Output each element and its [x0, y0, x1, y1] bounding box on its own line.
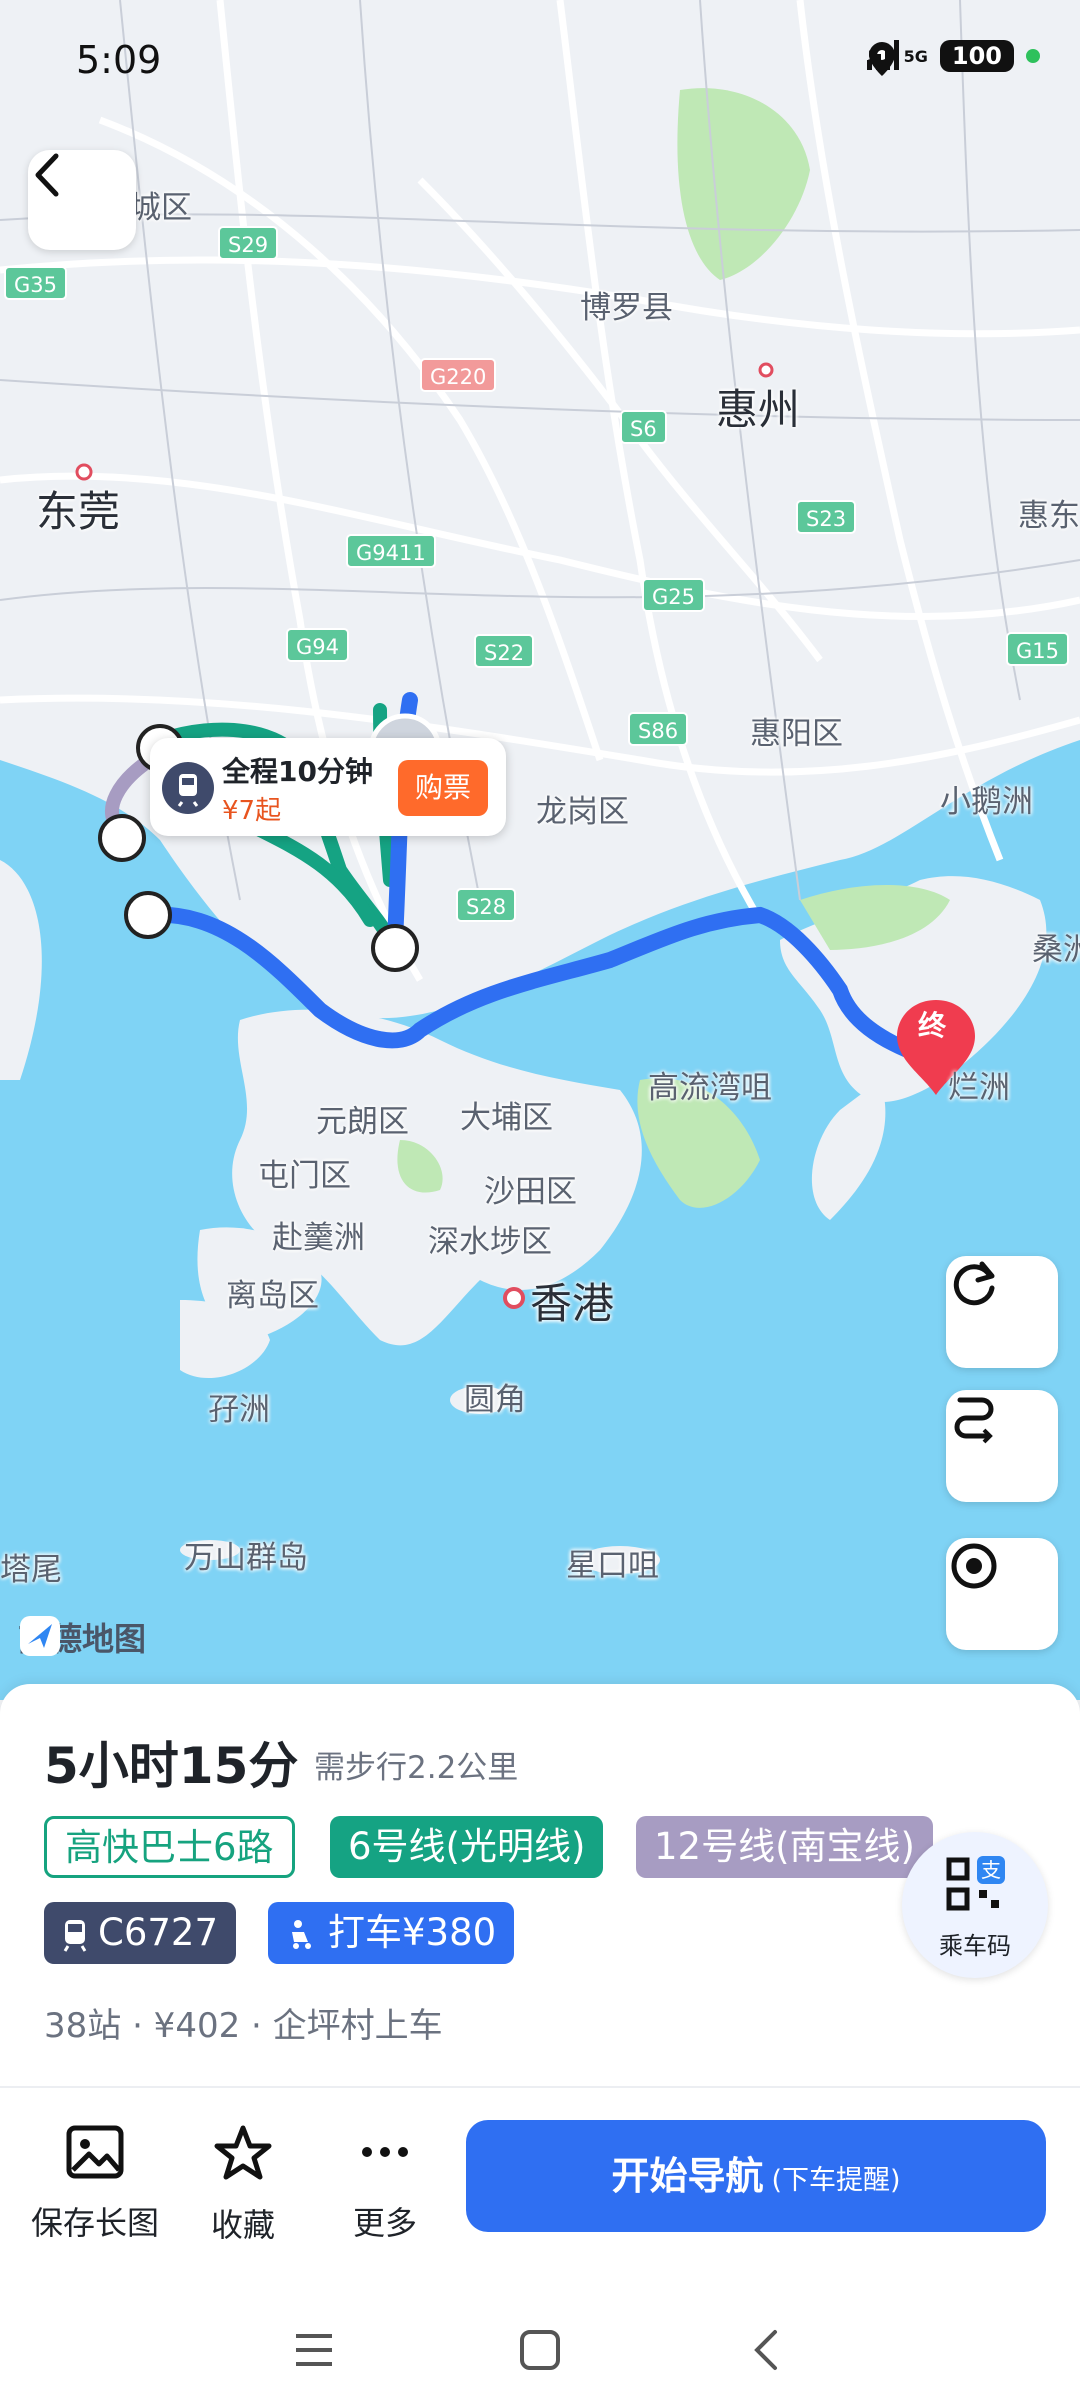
chevron-left-icon [35, 153, 59, 197]
map-label: 深水埗区 [428, 1224, 552, 1260]
battery-indicator: 100 [939, 40, 1014, 72]
map-view[interactable]: S29 G35 G220 S6 G9411 S23 G25 G94 S22 G1… [0, 0, 1080, 1700]
start-navigation-sub-label: (下车提醒) [771, 2165, 901, 2196]
locate-button[interactable] [946, 1538, 1058, 1650]
amap-logo: 高德地图 [18, 1614, 146, 1660]
bubble-title: 全程10分钟 [222, 755, 373, 788]
divider [0, 2086, 1080, 2088]
road-shield: G15 [1006, 632, 1069, 666]
map-label: 星口咀 [566, 1548, 659, 1584]
buy-ticket-button[interactable]: 购票 [398, 760, 488, 816]
map-label: 龙岗区 [536, 794, 629, 830]
road-shield: S22 [474, 634, 535, 668]
status-time: 5:09 [76, 38, 162, 82]
map-label: 大埔区 [460, 1100, 553, 1136]
star-icon [214, 2125, 272, 2180]
road-shield: G94 [286, 628, 349, 662]
metro-line12-chip[interactable]: 12号线(南宝线) [636, 1816, 933, 1878]
map-label: 赴羹洲 [272, 1220, 365, 1256]
ride-code-label: 乘车码 [939, 1932, 1011, 1960]
map-label: 博罗县 [580, 290, 673, 326]
qr-code-icon: 支 [946, 1856, 1005, 1911]
road-shield: S6 [620, 410, 667, 444]
metro-line6-chip[interactable]: 6号线(光明线) [330, 1816, 604, 1878]
map-label: 东莞 [36, 487, 121, 536]
system-nav-bar [0, 2294, 1080, 2400]
taxi-chip-label: 打车¥380 [328, 1911, 497, 1954]
map-label: 元朗区 [316, 1104, 409, 1140]
map-label: 沙田区 [484, 1174, 577, 1210]
end-marker-label: 终 [918, 1009, 947, 1042]
signal-icon [867, 40, 900, 70]
route-sheet: 5小时15分 需步行2.2公里 高快巴士6路 6号线(光明线) 12号线(南宝线… [0, 1684, 1080, 2400]
road-shield: S28 [456, 888, 517, 922]
refresh-button[interactable] [946, 1256, 1058, 1368]
map-label: 小鹅洲 [940, 784, 1033, 820]
road-shield: G35 [4, 266, 67, 300]
taxi-chip[interactable]: 打车¥380 [268, 1902, 515, 1964]
svg-text:支: 支 [981, 1858, 1001, 1882]
menu-icon [296, 2334, 332, 2366]
taxi-icon [292, 1919, 311, 1949]
map-label: 塔尾 [0, 1552, 62, 1588]
system-back-button[interactable] [736, 2320, 796, 2380]
map-canvas [0, 0, 1080, 1700]
road-shield: S23 [796, 500, 857, 534]
map-label: 高流湾咀 [648, 1070, 772, 1106]
transit-bubble[interactable]: 全程10分钟 ¥7起 购票 [150, 738, 506, 836]
map-label: 惠阳区 [750, 716, 843, 752]
map-label: 惠东 [1018, 498, 1080, 534]
map-label: 桑洲 [1032, 932, 1080, 968]
save-image-button[interactable]: 保存长图 [30, 2124, 160, 2244]
amap-logo-icon [20, 1616, 60, 1656]
map-label: 屯门区 [258, 1158, 351, 1194]
map-label: 孖洲 [208, 1392, 270, 1428]
bus-line-chip[interactable]: 高快巴士6路 [44, 1816, 295, 1878]
route-icon [954, 1397, 994, 1444]
start-navigation-label: 开始导航 [611, 2154, 764, 2198]
road-shield: S86 [628, 712, 689, 746]
home-button[interactable] [510, 2320, 570, 2380]
route-switch-button[interactable] [946, 1390, 1058, 1502]
train-icon [63, 1919, 87, 1952]
more-button[interactable]: 更多 [320, 2124, 450, 2244]
chevron-left-icon [754, 2330, 777, 2370]
road-shield: G9411 [346, 534, 436, 568]
map-label: 圆角 [464, 1382, 526, 1418]
map-label: 惠州 [716, 385, 801, 434]
route-summary: 38站 · ¥402 · 企坪村上车 [44, 2006, 443, 2046]
road-shield: G25 [642, 578, 705, 612]
train-chip-label: C6727 [98, 1911, 218, 1954]
walk-distance: 需步行2.2公里 [314, 1750, 519, 1786]
ride-code-button[interactable]: 支 乘车码 [902, 1832, 1048, 1978]
back-button[interactable] [28, 150, 136, 250]
signal-label: 5G [903, 46, 928, 66]
train-icon [162, 762, 214, 814]
map-label: 城区 [130, 190, 192, 226]
road-shield: S29 [218, 226, 279, 260]
favorite-button[interactable]: 收藏 [178, 2124, 308, 2246]
road-shield: G220 [420, 358, 497, 392]
more-label: 更多 [352, 2204, 417, 2242]
map-label: 万山群岛 [184, 1540, 308, 1576]
refresh-icon [953, 1261, 995, 1306]
favorite-label: 收藏 [210, 2206, 275, 2244]
home-icon [520, 2330, 560, 2370]
status-icons: 5G 5G 100 [867, 40, 1040, 76]
save-image-label: 保存长图 [30, 2204, 159, 2242]
map-label: 离岛区 [226, 1278, 319, 1314]
map-label: 香港 [530, 1279, 615, 1328]
more-icon [362, 2147, 408, 2157]
route-duration: 5小时15分 [44, 1737, 299, 1795]
status-bar: 5:09 5G 5G 100 [0, 0, 1080, 120]
green-dot-icon [1026, 49, 1040, 63]
image-icon [66, 2125, 124, 2179]
bubble-price: ¥7起 [222, 796, 282, 826]
recent-apps-button[interactable] [284, 2320, 344, 2380]
locate-icon [951, 1543, 997, 1589]
start-navigation-button[interactable]: 开始导航 (下车提醒) [466, 2120, 1046, 2232]
train-chip[interactable]: C6727 [44, 1902, 236, 1964]
map-label: 烂洲 [948, 1070, 1010, 1106]
